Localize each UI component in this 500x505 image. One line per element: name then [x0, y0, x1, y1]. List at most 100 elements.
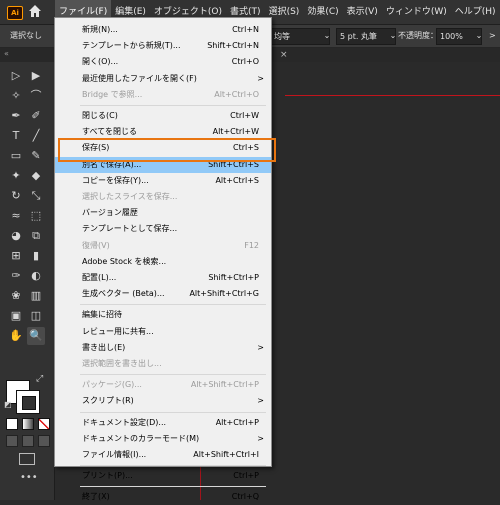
file-menu-item[interactable]: 新規(N)... Ctrl+N — [55, 22, 271, 38]
file-menu-item[interactable]: 最近使用したファイルを開く(F) > — [55, 71, 271, 87]
mesh-tool-icon[interactable]: ⊞ — [7, 247, 25, 265]
file-menu-item[interactable]: ファイル情報(I)... Alt+Shift+Ctrl+I — [55, 447, 271, 463]
file-menu-item[interactable]: ドキュメント設定(D)... Alt+Ctrl+P — [55, 415, 271, 431]
menu-separator — [80, 486, 266, 488]
width-tool-icon[interactable]: ≈ — [7, 207, 25, 225]
file-menu-item[interactable]: テンプレートとして保存... — [55, 221, 271, 237]
shaper-tool-icon[interactable]: ✦ — [7, 167, 25, 185]
file-menu-item[interactable]: 配置(L)... Shift+Ctrl+P — [55, 270, 271, 286]
more-options-icon[interactable]: > — [489, 28, 499, 43]
file-menu-item[interactable]: レビュー用に共有... — [55, 324, 271, 340]
menu-item-shortcut: Ctrl+Q — [231, 492, 259, 502]
gradient-tool-icon[interactable]: ▮ — [27, 247, 45, 265]
curvature-tool-icon[interactable]: ✐ — [27, 107, 45, 125]
menu-7[interactable]: ウィンドウ(W) — [382, 0, 451, 24]
file-menu-item[interactable]: ドキュメントのカラーモード(M) > — [55, 431, 271, 447]
no-fill-button[interactable] — [38, 418, 50, 430]
draw-behind-icon[interactable] — [22, 435, 34, 447]
menu-item-label: 生成ベクター (Beta)... — [82, 289, 165, 299]
chevron-down-icon[interactable]: ⌄ — [388, 28, 398, 43]
draw-normal-icon[interactable] — [6, 435, 18, 447]
tools-panel: ▷ ▶✧ ⌒✒ ✐T ╱▭ ✎✦ ◆↻ ⤡≈ ⬚◕ ⧉⊞ ▮✑ ◐❀ ▥▣ ◫✋ 🔍 ⤢ ◩ ••• — [0, 62, 55, 500]
rotate-tool-icon[interactable]: ↻ — [7, 187, 25, 205]
gradient-fill-button[interactable] — [22, 418, 34, 430]
chevron-down-icon[interactable]: ⌄ — [322, 28, 332, 43]
perspective-grid-tool-icon[interactable]: ⧉ — [27, 227, 45, 245]
menu-item-label: 閉じる(C) — [82, 111, 118, 120]
menu-item-label: ドキュメント設定(D)... — [82, 417, 167, 427]
file-menu-item[interactable]: 終了(X) Ctrl+Q — [55, 489, 271, 505]
menu-item-label: 書き出し(E) — [82, 342, 126, 352]
opacity-value: 100% — [440, 32, 463, 41]
close-tab-icon[interactable]: × — [280, 50, 288, 60]
selection-tool-icon[interactable]: ▷ — [7, 67, 25, 85]
menu-item-label: 終了(X) — [82, 492, 110, 502]
shape-builder-tool-icon[interactable]: ◕ — [7, 227, 25, 245]
artboard-top-edge — [285, 95, 500, 96]
menu-separator — [80, 374, 266, 376]
column-graph-tool-icon[interactable]: ▥ — [27, 287, 45, 305]
type-tool-icon[interactable]: T — [7, 127, 25, 145]
menu-item-shortcut: Alt+Shift+Ctrl+G — [189, 289, 259, 299]
direct-selection-tool-icon[interactable]: ▶ — [27, 67, 45, 85]
file-menu-item[interactable]: 書き出し(E) > — [55, 340, 271, 356]
menu-item-label: パッケージ(G)... — [82, 380, 142, 390]
menu-item-shortcut: Alt+Ctrl+P — [215, 417, 259, 427]
file-menu-item[interactable]: 編集に招待 — [55, 307, 271, 323]
save-as-focus-outline — [58, 138, 276, 162]
paintbrush-tool-icon[interactable]: ✎ — [27, 147, 45, 165]
file-menu-item[interactable]: テンプレートから新規(T)... Shift+Ctrl+N — [55, 38, 271, 54]
swap-fill-stroke-icon[interactable]: ⤢ — [36, 374, 43, 384]
submenu-arrow-icon: > — [257, 396, 264, 406]
stroke-profile-select[interactable]: 均等 — [270, 28, 330, 45]
file-menu-item[interactable]: コピーを保存(Y)... Alt+Ctrl+S — [55, 173, 271, 189]
menu-item-label: 選択したスライスを保存... — [82, 192, 178, 201]
draw-inside-icon[interactable] — [38, 435, 50, 447]
menu-item-label: スクリプト(R) — [82, 396, 134, 406]
screen-mode-icon[interactable] — [19, 453, 35, 465]
default-colors-icon[interactable]: ◩ — [4, 400, 12, 409]
menu-item-label: レビュー用に共有... — [82, 326, 154, 336]
file-menu-item[interactable]: 開く(O)... Ctrl+O — [55, 54, 271, 70]
file-menu-item[interactable]: バージョン履歴 — [55, 205, 271, 221]
artboard-tool-icon[interactable]: ▣ — [7, 307, 25, 325]
pen-tool-icon[interactable]: ✒ — [7, 107, 25, 125]
stroke-color-swatch[interactable] — [16, 390, 40, 414]
file-menu-item[interactable]: 閉じる(C) Ctrl+W — [55, 108, 271, 124]
file-menu-item[interactable]: Adobe Stock を検索... — [55, 254, 271, 270]
illustrator-logo-icon[interactable]: Ai — [7, 6, 23, 20]
eraser-tool-icon[interactable]: ◆ — [27, 167, 45, 185]
menu-8[interactable]: ヘルプ(H) — [451, 0, 500, 24]
file-menu-item[interactable]: プリント(P)... Ctrl+P — [55, 468, 271, 484]
menu-item-label: 開く(O)... — [82, 57, 119, 67]
opacity-label[interactable]: 不透明度： — [398, 28, 438, 43]
drawing-mode-buttons — [6, 435, 50, 447]
eyedropper-tool-icon[interactable]: ✑ — [7, 267, 25, 285]
menu-5[interactable]: 効果(C) — [303, 0, 342, 24]
color-fill-button[interactable] — [6, 418, 18, 430]
free-transform-tool-icon[interactable]: ⬚ — [27, 207, 45, 225]
symbol-sprayer-tool-icon[interactable]: ❀ — [7, 287, 25, 305]
line-tool-icon[interactable]: ╱ — [27, 127, 45, 145]
home-icon[interactable] — [28, 4, 42, 18]
collapse-panel-icon[interactable]: « — [4, 49, 9, 58]
rectangle-tool-icon[interactable]: ▭ — [7, 147, 25, 165]
slice-tool-icon[interactable]: ◫ — [27, 307, 45, 325]
scale-tool-icon[interactable]: ⤡ — [27, 187, 45, 205]
menu-item-label: ファイル情報(I)... — [82, 450, 147, 459]
file-menu-item[interactable]: スクリプト(R) > — [55, 393, 271, 409]
edit-toolbar-icon[interactable]: ••• — [20, 472, 38, 483]
zoom-tool-icon[interactable]: 🔍 — [27, 327, 45, 345]
menu-6[interactable]: 表示(V) — [343, 0, 382, 24]
brush-select[interactable]: 5 pt. 丸筆 — [336, 28, 396, 45]
file-menu-item: 選択したスライスを保存... — [55, 189, 271, 205]
magic-wand-tool-icon[interactable]: ✧ — [7, 87, 25, 105]
chevron-down-icon[interactable]: ⌄ — [474, 28, 484, 43]
hand-tool-icon[interactable]: ✋ — [7, 327, 25, 345]
brush-value: 5 pt. 丸筆 — [340, 32, 377, 41]
lasso-tool-icon[interactable]: ⌒ — [27, 87, 45, 105]
file-menu-item[interactable]: 生成ベクター (Beta)... Alt+Shift+Ctrl+G — [55, 286, 271, 302]
blend-tool-icon[interactable]: ◐ — [27, 267, 45, 285]
menu-item-shortcut: Alt+Ctrl+O — [214, 89, 259, 99]
menu-item-label: コピーを保存(Y)... — [82, 175, 149, 185]
